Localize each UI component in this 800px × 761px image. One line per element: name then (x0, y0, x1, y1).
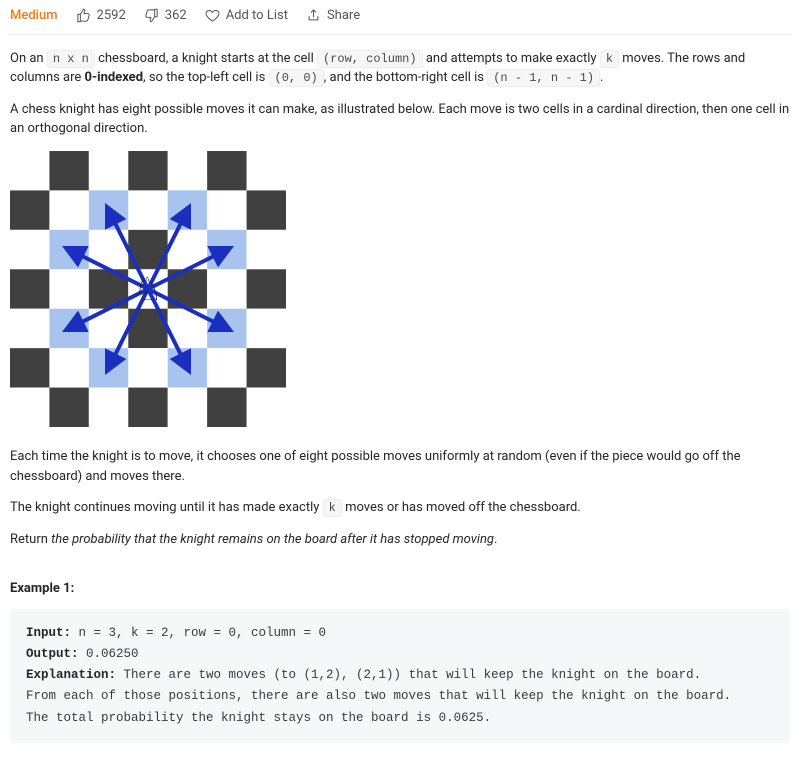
paragraph-1: On an n x n chessboard, a knight starts … (10, 49, 790, 88)
add-to-list-label: Add to List (226, 6, 288, 26)
code-inline: k (323, 499, 342, 517)
add-to-list-button[interactable]: Add to List (205, 6, 288, 26)
problem-content: On an n x n chessboard, a knight starts … (10, 35, 790, 743)
paragraph-2: A chess knight has eight possible moves … (10, 100, 790, 139)
code-inline: (row, column) (317, 50, 423, 68)
svg-text:♘: ♘ (134, 270, 163, 308)
paragraph-5: Return the probability that the knight r… (10, 530, 790, 550)
upvote-count: 2592 (97, 6, 126, 26)
downvote-count: 362 (165, 6, 187, 26)
thumbs-up-icon (76, 8, 91, 23)
knight-moves-diagram: ♘ (10, 151, 790, 434)
share-button[interactable]: Share (306, 6, 360, 26)
example-1-block: Input: n = 3, k = 2, row = 0, column = 0… (10, 609, 790, 743)
paragraph-3: Each time the knight is to move, it choo… (10, 447, 790, 486)
example-1-heading: Example 1: (10, 579, 790, 599)
code-inline: k (600, 50, 619, 68)
downvote-button[interactable]: 362 (144, 6, 187, 26)
difficulty-badge: Medium (10, 6, 58, 26)
code-inline: (n - 1, n - 1) (487, 69, 600, 87)
share-label: Share (327, 6, 360, 26)
heart-icon (205, 8, 220, 23)
code-inline: n x n (47, 50, 95, 68)
topbar: Medium 2592 362 Add to List Share (10, 0, 790, 35)
code-inline: (0, 0) (269, 69, 324, 87)
thumbs-down-icon (144, 8, 159, 23)
paragraph-4: The knight continues moving until it has… (10, 498, 790, 518)
upvote-button[interactable]: 2592 (76, 6, 126, 26)
share-icon (306, 8, 321, 23)
